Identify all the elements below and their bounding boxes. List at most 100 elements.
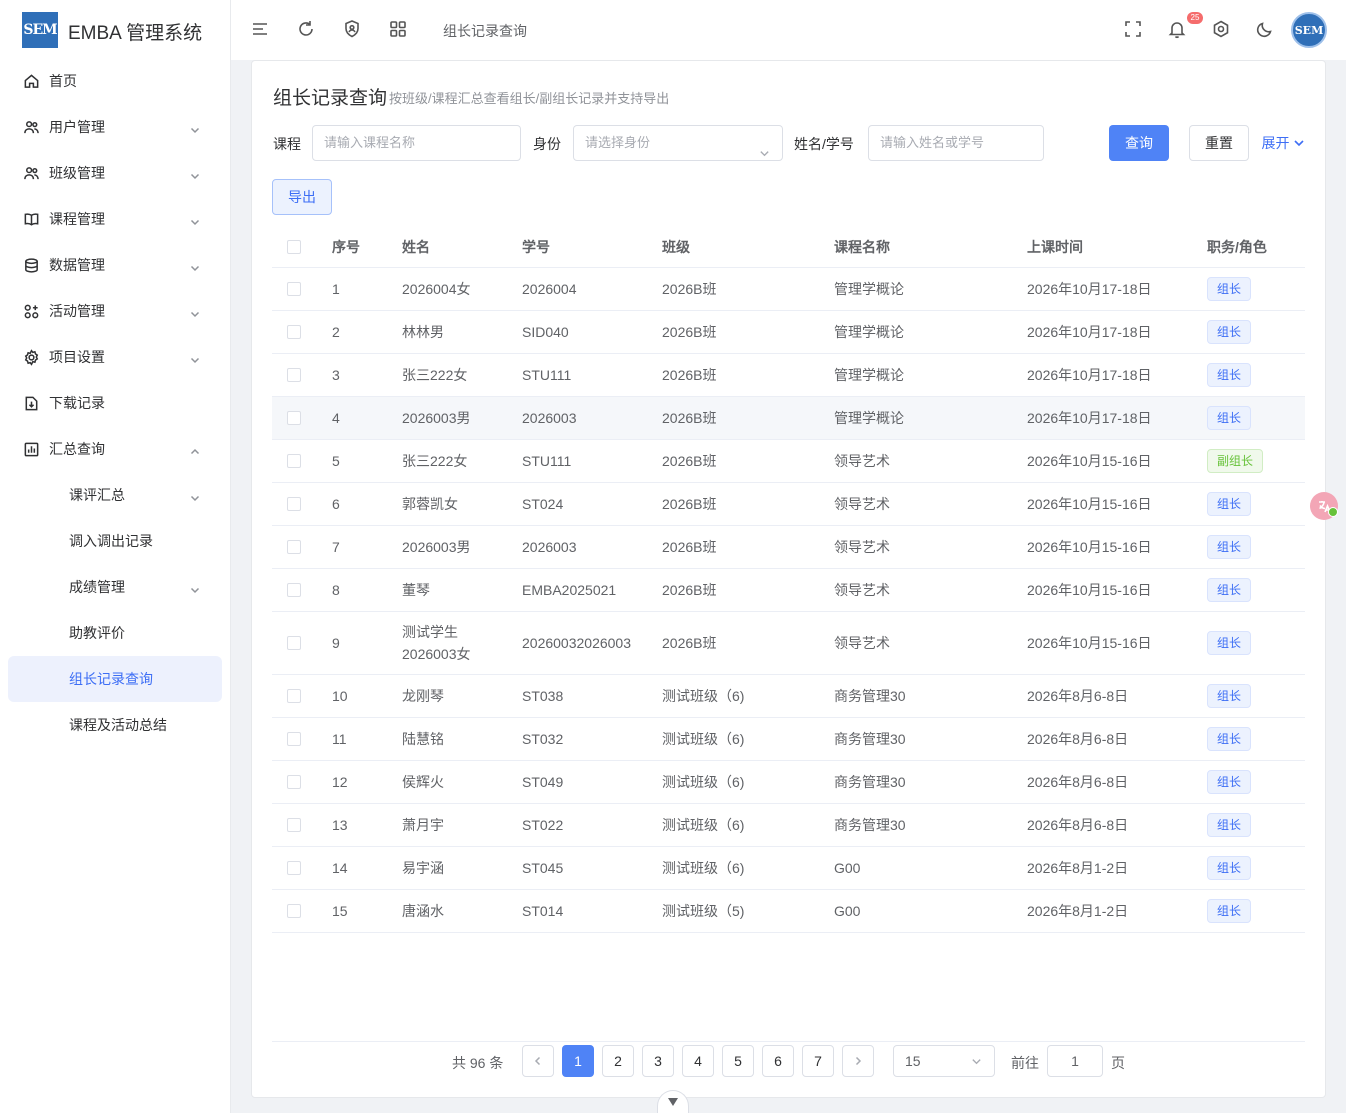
cell-time: 2026年10月17-18日	[1027, 367, 1152, 383]
table-row[interactable]: 7 2026003男 2026003 2026B班 领导艺术 2026年10月15-16日…	[272, 526, 1305, 569]
sidebar-item-7[interactable]: 下载记录	[8, 380, 222, 426]
sidebar-subitem-0[interactable]: 课评汇总	[8, 472, 222, 518]
breadcrumb[interactable]: 组长记录查询	[443, 21, 527, 41]
goto-label: 前往	[1011, 1055, 1039, 1071]
row-checkbox[interactable]	[287, 904, 301, 918]
sidebar-item-5[interactable]: 活动管理	[8, 288, 222, 334]
row-checkbox[interactable]	[287, 689, 301, 703]
cell-no: 8	[332, 582, 340, 598]
cell-time: 2026年10月17-18日	[1027, 324, 1152, 340]
table-row[interactable]: 10 龙刚琴 ST038 测试班级（6) 商务管理30 2026年8月6-8日 组长	[272, 675, 1305, 718]
cell-role: 组长	[1207, 890, 1252, 932]
apps-grid-icon[interactable]	[388, 19, 408, 39]
refresh-icon[interactable]	[296, 19, 316, 39]
page-button[interactable]: 6	[762, 1045, 794, 1077]
table-row[interactable]: 6 郭蓉凯女 ST024 2026B班 领导艺术 2026年10月15-16日 组长	[272, 483, 1305, 526]
row-checkbox[interactable]	[287, 818, 301, 832]
sidebar-subitem-3[interactable]: 助教评价	[8, 610, 222, 656]
settings-hex-icon[interactable]	[1211, 19, 1231, 39]
sidebar-subitem-label: 助教评价	[69, 625, 125, 641]
prev-page-button[interactable]	[522, 1045, 554, 1077]
column-header: 学号	[522, 238, 550, 255]
table-row[interactable]: 11 陆慧铭 ST032 测试班级（6) 商务管理30 2026年8月6-8日 组长	[272, 718, 1305, 761]
table-row[interactable]: 14 易宇涵 ST045 测试班级（6) G00 2026年8月1-2日 组长	[272, 847, 1305, 890]
shield-icon[interactable]	[342, 19, 362, 39]
table-row[interactable]: 3 张三222女 STU111 2026B班 管理学概论 2026年10月17-18日 组长	[272, 354, 1305, 397]
table-row[interactable]: 8 董琴 EMBA2025021 2026B班 领导艺术 2026年10月15-16日 组长	[272, 569, 1305, 612]
cell-time: 2026年8月6-8日	[1027, 774, 1129, 790]
avatar[interactable]: SEM	[1291, 12, 1327, 48]
role-select[interactable]: 请选择身份	[573, 125, 783, 161]
sidebar-subitem-2[interactable]: 成绩管理	[8, 564, 222, 610]
row-checkbox[interactable]	[287, 636, 301, 650]
cell-role: 副组长	[1207, 440, 1264, 482]
export-button[interactable]: 导出	[272, 179, 332, 215]
table-header: 序号 姓名 学号 班级 课程名称 上课时间 职务/角色	[272, 226, 1305, 268]
page-size-select[interactable]: 15	[893, 1045, 995, 1077]
page-button[interactable]: 1	[562, 1045, 594, 1077]
row-checkbox[interactable]	[287, 368, 301, 382]
sidebar-subitem-5[interactable]: 课程及活动总结	[8, 702, 222, 748]
reset-button[interactable]: 重置	[1189, 125, 1249, 161]
table-row[interactable]: 13 萧月宇 ST022 测试班级（6) 商务管理30 2026年8月6-8日 组长	[272, 804, 1305, 847]
cell-sid: ST049	[522, 774, 564, 790]
next-page-button[interactable]	[842, 1045, 874, 1077]
row-checkbox[interactable]	[287, 861, 301, 875]
sidebar-item-8[interactable]: 汇总查询	[8, 426, 222, 472]
role-tag: 组长	[1207, 535, 1252, 559]
sidebar-subitem-1[interactable]: 调入调出记录	[8, 518, 222, 564]
dark-mode-moon-icon[interactable]	[1255, 19, 1275, 39]
cell-sid: STU111	[522, 453, 572, 469]
row-checkbox[interactable]	[287, 732, 301, 746]
search-button[interactable]: 查询	[1109, 125, 1169, 161]
row-checkbox[interactable]	[287, 454, 301, 468]
row-checkbox[interactable]	[287, 325, 301, 339]
menu-toggle-icon[interactable]	[250, 19, 270, 39]
row-checkbox[interactable]	[287, 583, 301, 597]
table-row[interactable]: 4 2026003男 2026003 2026B班 管理学概论 2026年10月17-18…	[272, 397, 1305, 440]
sidebar-item-4[interactable]: 数据管理	[8, 242, 222, 288]
table-row[interactable]: 9 测试学生2026003女 20260032026003 2026B班 领导艺术 202…	[272, 612, 1305, 675]
row-checkbox[interactable]	[287, 411, 301, 425]
course-filter-label: 课程	[273, 136, 301, 152]
row-checkbox[interactable]	[287, 775, 301, 789]
table-row[interactable]: 1 2026004女 2026004 2026B班 管理学概论 2026年10月17-18…	[272, 268, 1305, 311]
cell-time: 2026年8月1-2日	[1027, 860, 1129, 876]
book-icon	[22, 210, 40, 228]
name-id-input[interactable]: 请输入姓名或学号	[868, 125, 1044, 161]
table-row[interactable]: 12 侯辉火 ST049 测试班级（6) 商务管理30 2026年8月6-8日 组长	[272, 761, 1305, 804]
page-button[interactable]: 3	[642, 1045, 674, 1077]
course-input[interactable]: 请输入课程名称	[312, 125, 521, 161]
cell-course: 领导艺术	[834, 496, 890, 512]
role-tag: 组长	[1207, 363, 1252, 387]
cell-role: 组长	[1207, 761, 1252, 803]
page-button[interactable]: 5	[722, 1045, 754, 1077]
cell-sid: 2026003	[522, 410, 577, 426]
table-row[interactable]: 2 林林男 SID040 2026B班 管理学概论 2026年10月17-18日 组长	[272, 311, 1305, 354]
sidebar-item-2[interactable]: 班级管理	[8, 150, 222, 196]
row-checkbox[interactable]	[287, 282, 301, 296]
table-row[interactable]: 5 张三222女 STU111 2026B班 领导艺术 2026年10月15-16日 副组长	[272, 440, 1305, 483]
cell-sid: STU111	[522, 367, 572, 383]
select-all-checkbox[interactable]	[287, 239, 301, 254]
row-checkbox[interactable]	[287, 497, 301, 511]
role-tag: 组长	[1207, 277, 1252, 301]
page-button[interactable]: 2	[602, 1045, 634, 1077]
cell-name: 2026003男	[402, 539, 471, 555]
bell-icon[interactable]	[1167, 19, 1187, 39]
sidebar-item-3[interactable]: 课程管理	[8, 196, 222, 242]
sidebar-item-6[interactable]: 项目设置	[8, 334, 222, 380]
cell-time: 2026年8月6-8日	[1027, 817, 1129, 833]
page-button[interactable]: 4	[682, 1045, 714, 1077]
sidebar-subitem-4[interactable]: 组长记录查询	[8, 656, 222, 702]
cell-class: 2026B班	[662, 324, 717, 340]
role-tag: 组长	[1207, 406, 1252, 430]
goto-page-input[interactable]: 1	[1047, 1045, 1103, 1077]
fullscreen-icon[interactable]	[1123, 19, 1143, 39]
expand-button[interactable]: 展开	[1258, 125, 1308, 161]
sidebar-item-1[interactable]: 用户管理	[8, 104, 222, 150]
row-checkbox[interactable]	[287, 540, 301, 554]
table-row[interactable]: 15 唐涵水 ST014 测试班级（5) G00 2026年8月1-2日 组长	[272, 890, 1305, 933]
sidebar-item-0[interactable]: 首页	[8, 58, 222, 104]
page-button[interactable]: 7	[802, 1045, 834, 1077]
